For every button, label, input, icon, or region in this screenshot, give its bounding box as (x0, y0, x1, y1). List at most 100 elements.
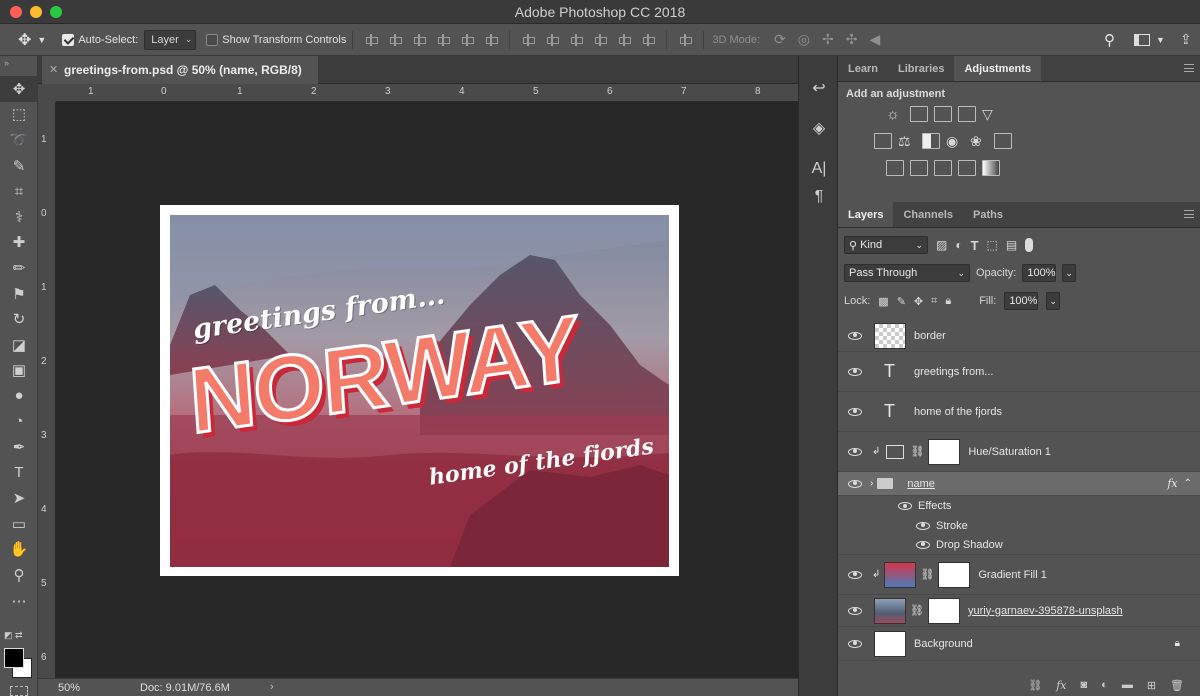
layer-row[interactable]: ↲ ⛓ Gradient Fill 1 (838, 555, 1200, 595)
distribute-bottom-icon[interactable] (570, 33, 584, 47)
selective-color-icon[interactable] (958, 160, 976, 176)
color-lookup-icon[interactable] (994, 133, 1012, 149)
new-adjustment-layer-icon[interactable]: ◐ (1101, 679, 1108, 691)
curves-icon[interactable] (934, 106, 952, 122)
add-mask-icon[interactable]: ◙ (1081, 679, 1088, 691)
postcard-image[interactable]: greetings from... NORWAY home of the fjo… (170, 215, 669, 567)
layer-group-row-selected[interactable]: › name fx ⌃ (838, 472, 1200, 496)
lock-all-icon[interactable]: 🔒︎ (945, 295, 951, 308)
share-icon[interactable]: ⇪ (1180, 31, 1192, 48)
foreground-color-swatch[interactable] (4, 648, 24, 668)
distribute-top-icon[interactable] (522, 33, 536, 47)
hand-tool-icon[interactable]: ✋ (0, 537, 38, 563)
blur-tool-icon[interactable]: ● (0, 383, 38, 409)
panel-menu-icon[interactable] (1184, 64, 1194, 72)
layer-row[interactable]: T home of the fjords (838, 392, 1200, 432)
layer-row[interactable]: Background 🔒︎ (838, 627, 1200, 661)
rectangle-tool-icon[interactable]: ▭ (0, 511, 38, 537)
quick-mask-icon[interactable] (10, 686, 28, 696)
align-top-icon[interactable] (365, 33, 379, 47)
crop-tool-icon[interactable]: ⌗ (0, 178, 38, 204)
3d-pan-icon[interactable]: ✢ (822, 31, 834, 48)
lock-icon[interactable]: 🔒︎ (1175, 638, 1180, 649)
effect-row[interactable]: Stroke (838, 516, 1200, 535)
swap-colors-icon[interactable]: ◩ ⇄ (4, 630, 32, 642)
gradient-map-icon[interactable] (982, 160, 1000, 176)
history-brush-tool-icon[interactable]: ↻ (0, 306, 38, 332)
tab-channels[interactable]: Channels (893, 202, 963, 227)
3d-roll-icon[interactable]: ◎ (798, 31, 810, 48)
lasso-tool-icon[interactable]: ➰ (0, 127, 38, 153)
visibility-eye-icon[interactable] (916, 521, 930, 530)
3d-panel-icon[interactable]: ◈ (807, 118, 831, 142)
posterize-icon[interactable] (910, 160, 928, 176)
close-tab-icon[interactable]: ✕ (49, 63, 58, 76)
lock-transparency-icon[interactable]: ▩ (878, 295, 888, 308)
auto-select-checkbox[interactable]: Auto-Select: (62, 33, 138, 46)
new-layer-icon[interactable]: ⊞ (1147, 679, 1156, 692)
filter-shape-icon[interactable]: ⬚ (987, 238, 998, 252)
character-panel-icon[interactable]: A| (807, 160, 831, 184)
fill-dropdown[interactable]: ⌄ (1046, 292, 1061, 310)
auto-select-dropdown[interactable]: Layer ⌄ (144, 29, 197, 50)
exposure-icon[interactable] (958, 106, 976, 122)
workspace-switcher-icon[interactable] (1134, 33, 1150, 46)
lock-position-icon[interactable]: ✥ (914, 295, 923, 308)
link-icon[interactable]: ⛓ (910, 445, 924, 458)
distribute-left-icon[interactable] (594, 33, 608, 47)
quick-selection-tool-icon[interactable]: ✎ (0, 153, 38, 179)
visibility-eye-icon[interactable] (848, 407, 862, 416)
black-white-icon[interactable] (922, 133, 940, 149)
paragraph-panel-icon[interactable]: ¶ (807, 188, 831, 212)
channel-mixer-icon[interactable]: ❀ (970, 133, 988, 150)
zoom-level[interactable]: 50% (58, 682, 80, 694)
lock-pixels-icon[interactable]: ✎ (897, 295, 906, 308)
show-transform-controls-checkbox[interactable]: Show Transform Controls (206, 33, 346, 46)
auto-align-layers-icon[interactable] (679, 33, 693, 47)
opacity-field[interactable]: 100% (1022, 264, 1057, 282)
more-tools-icon[interactable]: ⋯ (0, 588, 38, 614)
align-bottom-icon[interactable] (413, 33, 427, 47)
tab-libraries[interactable]: Libraries (888, 56, 954, 81)
lock-artboard-icon[interactable]: ⌗ (931, 295, 937, 308)
visibility-eye-icon[interactable] (916, 540, 930, 549)
marquee-tool-icon[interactable]: ⬚ (0, 102, 38, 128)
layer-row[interactable]: border (838, 320, 1200, 352)
blend-mode-dropdown[interactable]: Pass Through ⌄ (844, 264, 970, 282)
tab-learn[interactable]: Learn (838, 56, 888, 81)
visibility-eye-icon[interactable] (848, 447, 862, 456)
collapse-icon[interactable]: » (0, 56, 37, 76)
visibility-eye-icon[interactable] (848, 367, 862, 376)
dodge-tool-icon[interactable]: ◔ (0, 409, 38, 435)
chevron-right-icon[interactable]: › (270, 681, 274, 693)
filter-kind-dropdown[interactable]: ⚲ Kind ⌄ (844, 236, 928, 254)
opacity-dropdown[interactable]: ⌄ (1062, 264, 1077, 282)
visibility-eye-icon[interactable] (848, 606, 862, 615)
chevron-right-icon[interactable]: › (870, 478, 873, 489)
delete-layer-icon[interactable]: 🗑︎ (1170, 679, 1184, 692)
filter-toggle-icon[interactable] (1025, 238, 1034, 252)
filter-pixel-icon[interactable]: ▨ (936, 238, 947, 252)
chevron-down-icon[interactable]: ▼ (1156, 35, 1165, 45)
ruler-origin[interactable] (38, 84, 56, 102)
tab-layers[interactable]: Layers (838, 202, 894, 227)
move-tool-preset[interactable]: ✥ ▼ (18, 30, 46, 50)
visibility-eye-icon[interactable] (848, 639, 862, 648)
invert-icon[interactable] (886, 160, 904, 176)
path-selection-tool-icon[interactable]: ➤ (0, 486, 38, 512)
eyedropper-tool-icon[interactable]: ⚕ (0, 204, 38, 230)
brush-tool-icon[interactable]: ✏ (0, 255, 38, 281)
3d-slide-icon[interactable]: ✣ (846, 31, 858, 48)
clone-stamp-tool-icon[interactable]: ⚑ (0, 281, 38, 307)
align-left-icon[interactable] (437, 33, 451, 47)
eraser-tool-icon[interactable]: ◪ (0, 332, 38, 358)
distribute-horizontal-center-icon[interactable] (618, 33, 632, 47)
fill-field[interactable]: 100% (1004, 292, 1039, 310)
filter-smart-object-icon[interactable]: ▤ (1006, 238, 1017, 252)
type-tool-icon[interactable]: T (0, 460, 38, 486)
levels-icon[interactable] (910, 106, 928, 122)
brightness-contrast-icon[interactable]: ☼ (886, 106, 904, 123)
align-right-icon[interactable] (485, 33, 499, 47)
gradient-tool-icon[interactable]: ▣ (0, 358, 38, 384)
tab-adjustments[interactable]: Adjustments (954, 56, 1042, 81)
